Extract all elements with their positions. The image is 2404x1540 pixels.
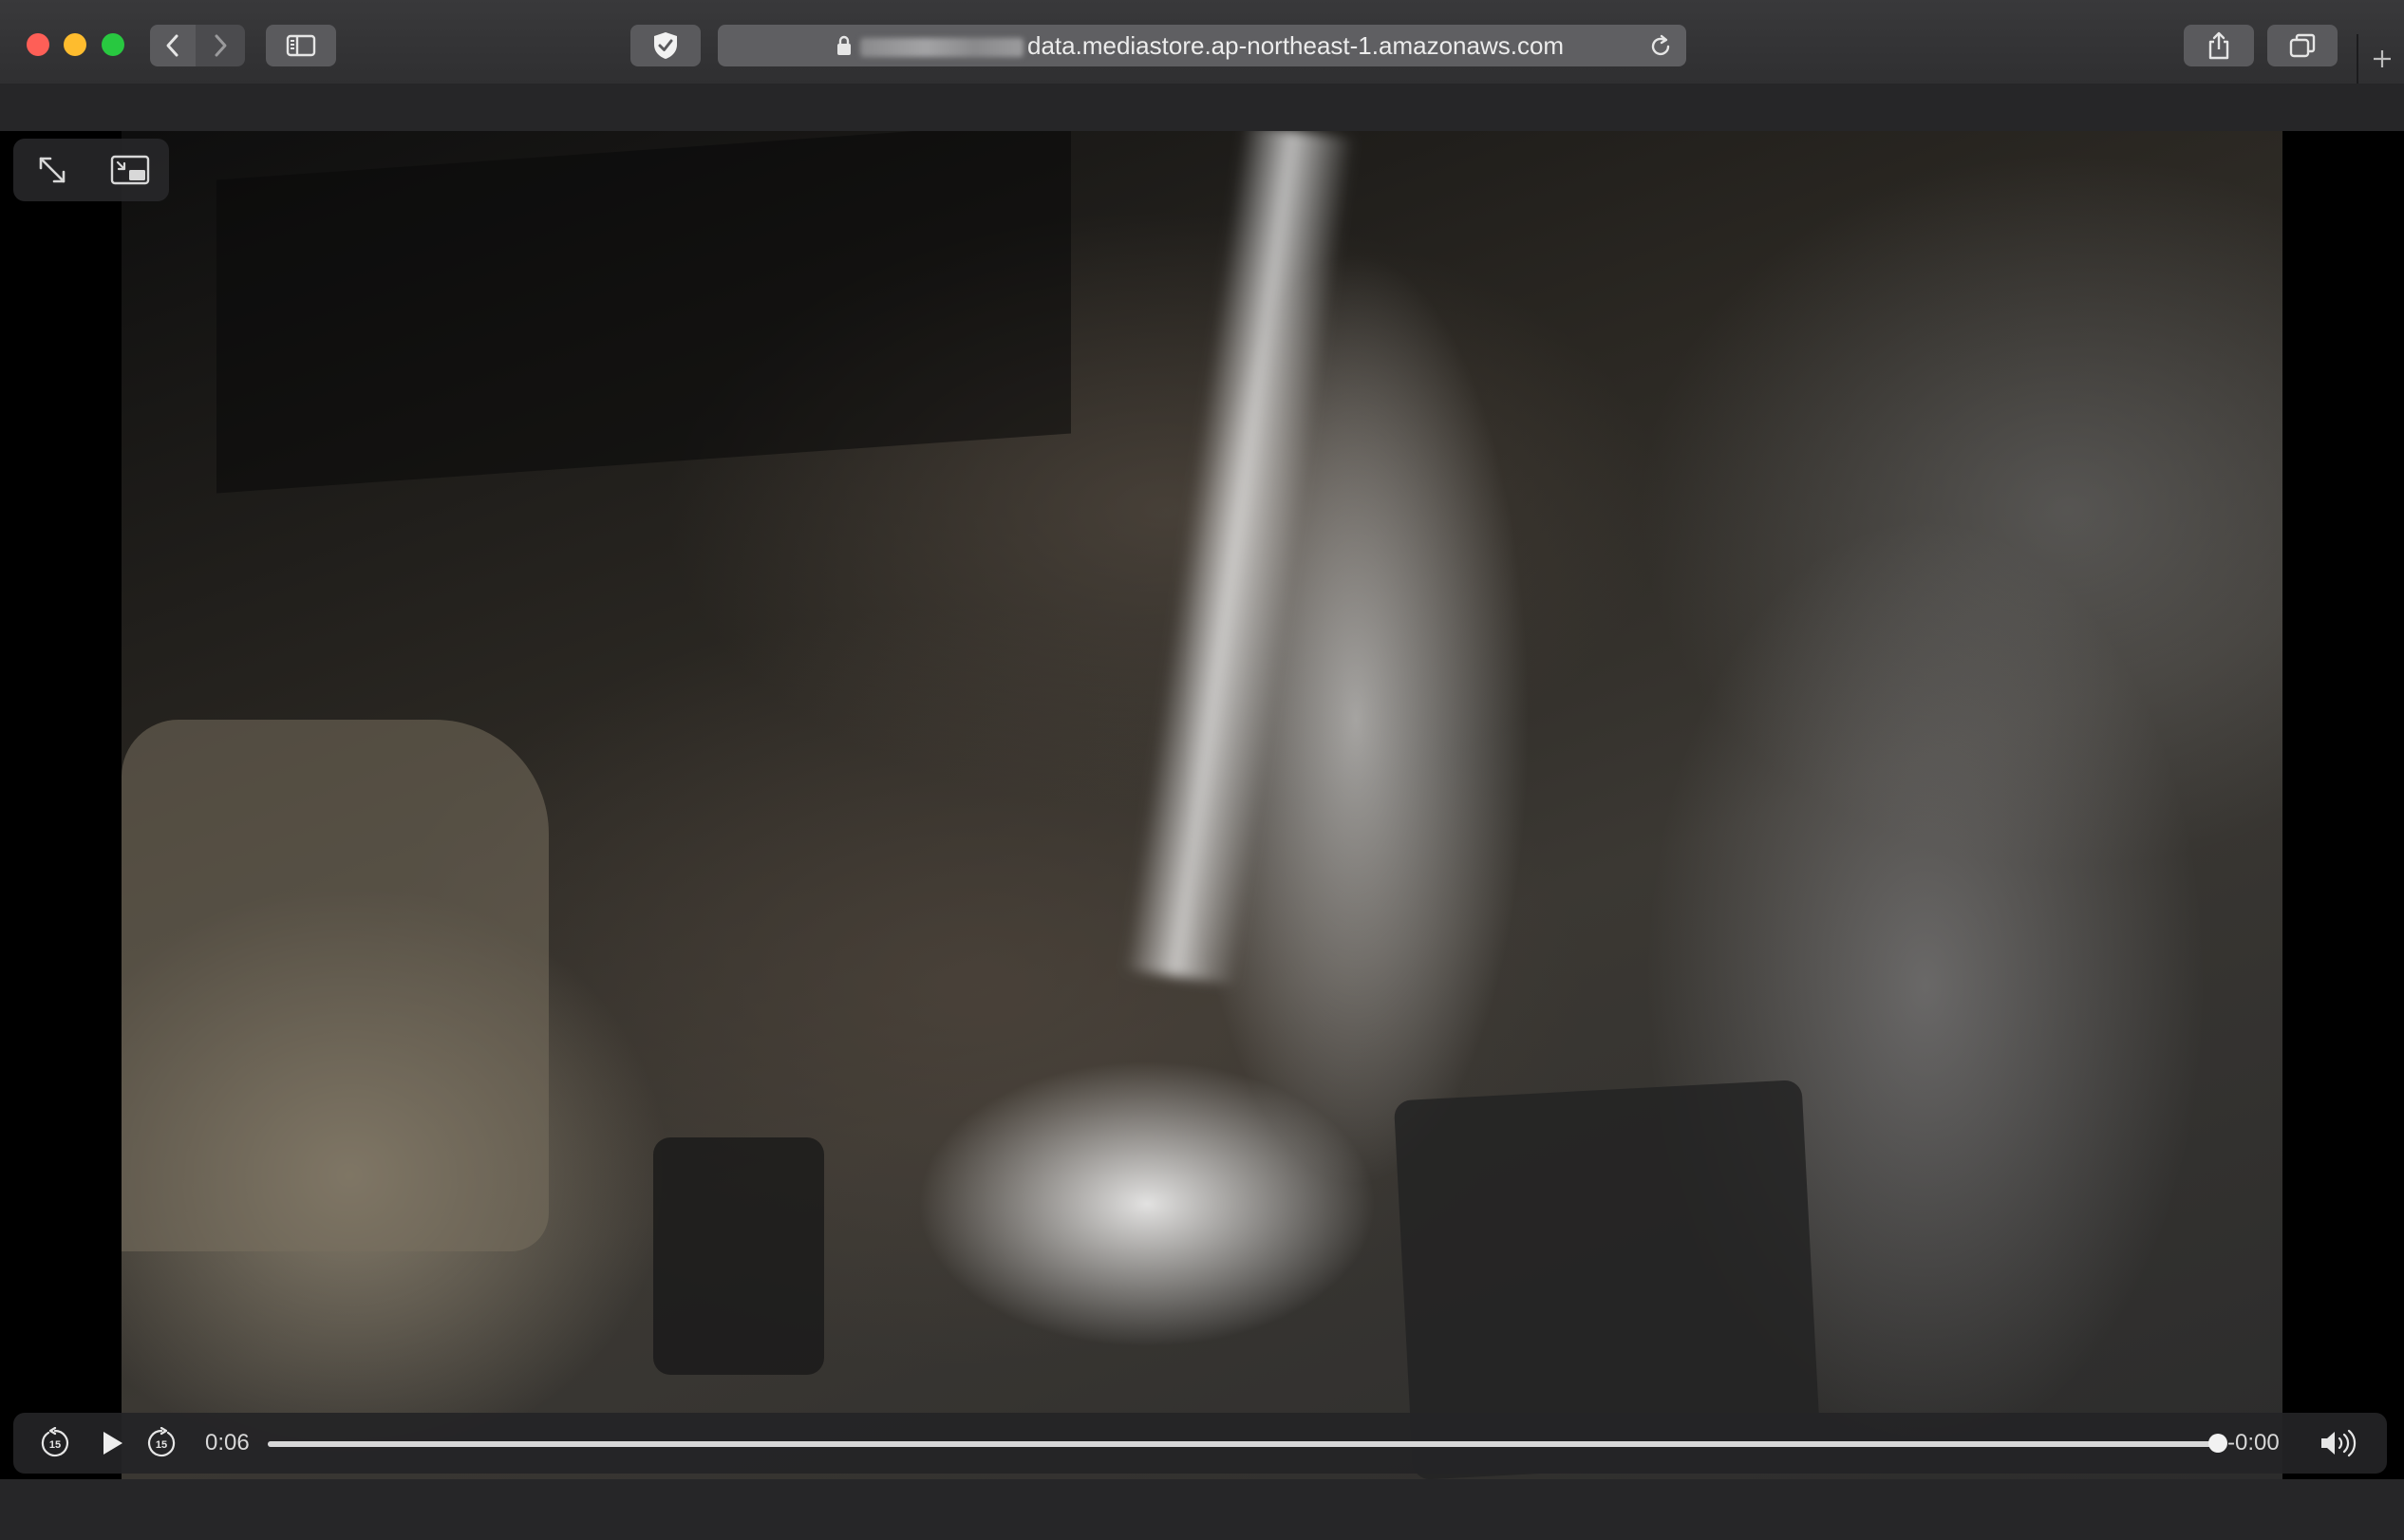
speaker-volume-icon <box>2321 1429 2357 1457</box>
skip-back-seconds: 15 <box>49 1439 61 1451</box>
tab-overview-button[interactable] <box>2267 25 2338 66</box>
fullscreen-icon <box>39 157 66 183</box>
redacted-url-prefix <box>860 38 1024 58</box>
progress-fill <box>268 1441 2218 1447</box>
tabs-overview-icon <box>2289 33 2316 58</box>
boulder-left <box>122 720 549 1251</box>
minimize-window-button[interactable] <box>64 33 86 56</box>
skip-back-icon: 15 <box>41 1427 69 1457</box>
chevron-right-icon <box>215 34 227 57</box>
play-icon <box>103 1432 122 1455</box>
sidebar-toggle-button[interactable] <box>266 25 336 66</box>
browser-toolbar: data.mediastore.ap-northeast-1.amazonaws… <box>0 0 2404 85</box>
share-button[interactable] <box>2184 25 2254 66</box>
fullscreen-button[interactable] <box>28 146 76 194</box>
skip-forward-icon: 15 <box>147 1427 176 1457</box>
back-button[interactable] <box>150 25 196 66</box>
chevron-left-icon <box>166 34 178 57</box>
rock-center <box>653 1137 824 1375</box>
volume-button[interactable] <box>2311 1420 2368 1466</box>
sidebar-icon <box>286 34 316 57</box>
remaining-time: -0:00 <box>2227 1430 2280 1455</box>
forward-button[interactable] <box>196 25 245 66</box>
video-player[interactable]: 15 15 0:06 -0:00 <box>0 131 2404 1479</box>
picture-in-picture-icon <box>110 155 150 185</box>
skip-back-button[interactable]: 15 <box>32 1420 78 1466</box>
zoom-window-button[interactable] <box>102 33 124 56</box>
lock-icon <box>837 35 851 55</box>
privacy-report-button[interactable] <box>630 25 701 66</box>
video-overlay-controls <box>13 139 169 201</box>
video-frame[interactable] <box>122 131 2282 1479</box>
url-domain: data.mediastore.ap-northeast-1.amazonaws… <box>1027 31 1565 60</box>
skip-forward-seconds: 15 <box>156 1439 167 1451</box>
reload-icon[interactable] <box>1648 34 1673 59</box>
shield-check-icon <box>654 32 677 59</box>
picture-in-picture-button[interactable] <box>106 146 154 194</box>
video-controls-bar: 15 15 0:06 -0:00 <box>13 1413 2387 1474</box>
scrubber-knob[interactable] <box>2208 1434 2227 1453</box>
new-tab-button[interactable] <box>2357 34 2404 84</box>
waterfall-stream <box>1123 131 1356 986</box>
play-button[interactable] <box>89 1420 135 1466</box>
rock-ledge <box>216 131 1071 494</box>
plus-icon <box>2374 50 2391 67</box>
address-bar[interactable]: data.mediastore.ap-northeast-1.amazonaws… <box>718 25 1686 66</box>
url-text: data.mediastore.ap-northeast-1.amazonaws… <box>860 25 1564 66</box>
close-window-button[interactable] <box>27 33 49 56</box>
page-content: 15 15 0:06 -0:00 <box>0 84 2404 1540</box>
share-icon <box>2208 31 2229 60</box>
progress-scrubber[interactable] <box>268 1434 2227 1453</box>
elapsed-time: 0:06 <box>205 1430 250 1455</box>
skip-forward-button[interactable]: 15 <box>139 1420 184 1466</box>
